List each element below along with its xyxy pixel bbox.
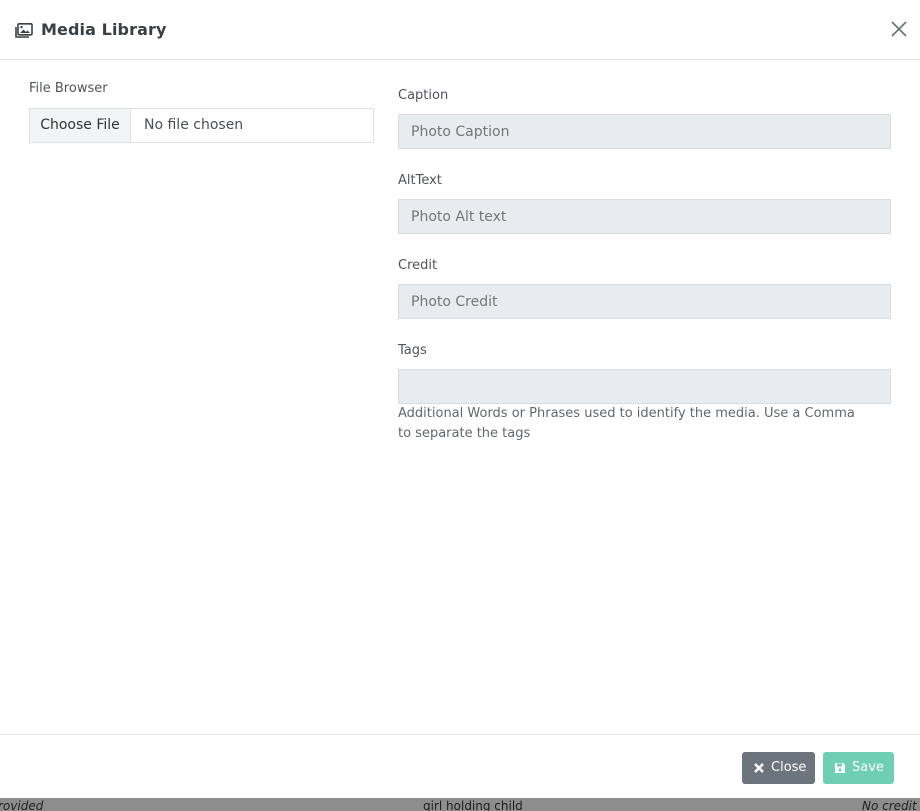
alttext-input[interactable] (398, 199, 891, 234)
times-icon (754, 763, 764, 773)
file-browser-label: File Browser (29, 81, 108, 96)
background-table-row: rovided girl holding child No credit (0, 798, 920, 811)
tags-input[interactable] (398, 369, 891, 404)
save-icon (835, 763, 845, 773)
alttext-label: AltText (398, 173, 442, 188)
file-status: No file chosen (144, 117, 244, 133)
close-button-label: Close (771, 760, 807, 775)
background-cell-right: No credit (862, 799, 917, 811)
tags-label: Tags (398, 343, 427, 358)
modal-footer: Close Save (0, 734, 920, 798)
caption-input[interactable] (398, 114, 891, 149)
background-cell-middle: girl holding child (423, 799, 523, 811)
close-icon[interactable] (890, 20, 908, 38)
credit-input[interactable] (398, 284, 891, 319)
credit-label: Credit (398, 258, 438, 273)
media-library-modal: Media Library File Browser Choose File N… (0, 0, 920, 798)
caption-label: Caption (398, 88, 449, 103)
tags-help-text: Additional Words or Phrases used to iden… (398, 406, 855, 441)
choose-file-button[interactable]: Choose File (30, 109, 131, 142)
close-button[interactable]: Close (742, 752, 815, 784)
modal-title: Media Library (41, 20, 167, 39)
images-icon (15, 23, 33, 38)
save-button-label: Save (852, 760, 884, 775)
modal-header: Media Library (0, 0, 920, 60)
file-input[interactable]: Choose File No file chosen (29, 108, 374, 143)
save-button[interactable]: Save (823, 752, 894, 784)
background-cell-left: rovided (0, 799, 44, 811)
